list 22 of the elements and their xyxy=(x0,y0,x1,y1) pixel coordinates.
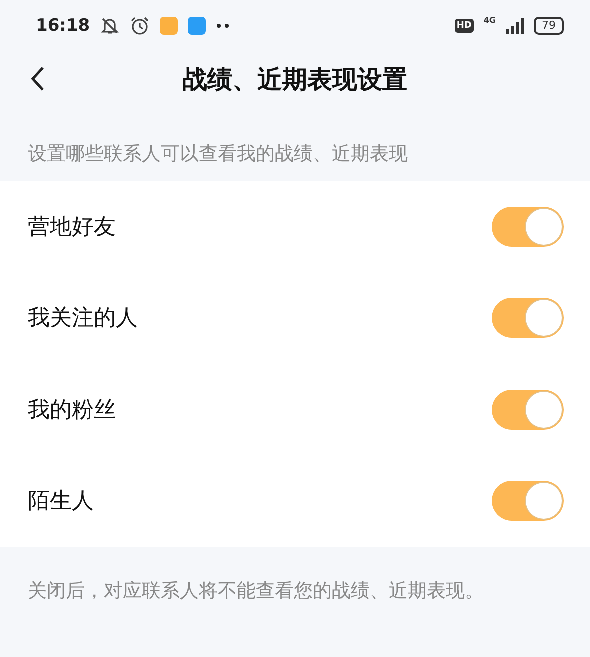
toggle-switch[interactable] xyxy=(492,390,564,430)
section-description: 设置哪些联系人可以查看我的战绩、近期表现 xyxy=(27,142,409,167)
bell-off-icon xyxy=(100,16,120,36)
more-icon xyxy=(216,23,230,29)
setting-label: 营地好友 xyxy=(28,214,117,242)
toggle-switch[interactable] xyxy=(492,206,564,247)
app-icon xyxy=(160,17,178,35)
hd-badge: HD xyxy=(454,19,474,33)
app-icon xyxy=(188,17,206,35)
setting-label: 我关注的人 xyxy=(28,305,139,334)
network-label: 4G xyxy=(484,16,496,25)
setting-label: 陌生人 xyxy=(28,488,95,516)
toggle-switch[interactable] xyxy=(492,298,564,338)
footer-note: 关闭后，对应联系人将不能查看您的战绩、近期表现。 xyxy=(27,579,485,604)
alarm-icon xyxy=(130,16,150,36)
setting-label: 我的粉丝 xyxy=(28,396,117,425)
status-time: 16:18 xyxy=(36,16,90,36)
back-icon[interactable] xyxy=(30,66,46,92)
toggle-switch[interactable] xyxy=(492,481,564,522)
page-title: 战绩、近期表现设置 xyxy=(182,64,408,96)
battery-indicator: 79 xyxy=(534,17,564,35)
signal-icon xyxy=(506,18,524,34)
